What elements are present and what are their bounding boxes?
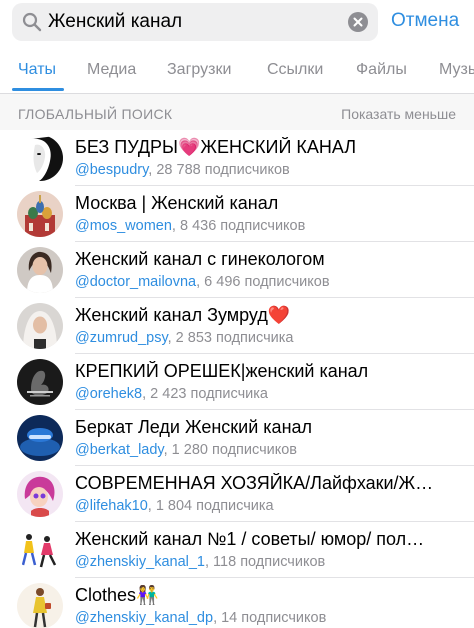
fashion-woman-icon	[17, 583, 63, 628]
dark-logo-icon	[17, 359, 63, 405]
channel-meta: @zhenskiy_kanal_dp, 14 подписчиков	[75, 610, 467, 626]
subscriber-count: , 14 подписчиков	[213, 610, 327, 626]
tab-media[interactable]: Медиа	[87, 61, 136, 79]
search-icon	[22, 12, 42, 32]
subscriber-count: , 28 788 подписчиков	[148, 162, 290, 178]
list-item[interactable]: Москва | Женский канал @mos_women, 8 436…	[0, 186, 474, 242]
section-title: ГЛОБАЛЬНЫЙ ПОИСК	[18, 106, 173, 122]
hijab-portrait-icon	[17, 303, 63, 349]
channel-handle[interactable]: @mos_women	[75, 218, 172, 234]
subscriber-count: , 2 423 подписчика	[142, 386, 268, 402]
channel-meta: @zhenskiy_kanal_1, 118 подписчиков	[75, 554, 467, 570]
subscriber-count: , 1 280 подписчиков	[163, 442, 298, 458]
channel-handle[interactable]: @zhenskiy_kanal_dp	[75, 610, 213, 626]
subscriber-count: , 8 436 подписчиков	[171, 218, 306, 234]
cancel-button[interactable]: Отмена	[391, 10, 459, 32]
channel-name: КРЕПКИЙ ОРЕШЕК|женский канал	[75, 361, 369, 381]
channel-handle[interactable]: @lifehak10	[75, 498, 148, 514]
subscriber-count: , 1 804 подписчика	[147, 498, 274, 514]
channel-name: СОВРЕМЕННАЯ ХОЗЯЙКА/Лайфхаки/Ж…	[75, 473, 434, 493]
channel-meta: @bespudry, 28 788 подписчиков	[75, 162, 467, 178]
results-list: БЕЗ ПУДРЫ💗ЖЕНСКИЙ КАНАЛ @bespudry, 28 78…	[0, 130, 474, 628]
channel-name: БЕЗ ПУДРЫ💗ЖЕНСКИЙ КАНАЛ	[75, 137, 357, 157]
channel-handle[interactable]: @zhenskiy_kanal_1	[75, 554, 205, 570]
channel-name: Москва | Женский канал	[75, 193, 279, 213]
subscriber-count: , 118 подписчиков	[205, 554, 326, 570]
list-item[interactable]: СОВРЕМЕННАЯ ХОЗЯЙКА/Лайфхаки/Ж… @lifehak…	[0, 466, 474, 522]
channel-handle[interactable]: @bespudry	[75, 162, 148, 178]
channel-meta: @zumrud_psy, 2 853 подписчика	[75, 330, 467, 346]
channel-handle[interactable]: @berkat_lady	[75, 442, 164, 458]
tab-files[interactable]: Файлы	[356, 61, 407, 79]
list-item[interactable]: Беркат Леди Женский канал @berkat_lady, …	[0, 410, 474, 466]
list-item[interactable]: БЕЗ ПУДРЫ💗ЖЕНСКИЙ КАНАЛ @bespudry, 28 78…	[0, 130, 474, 186]
show-less-button[interactable]: Показать меньше	[341, 106, 456, 122]
global-search-header: ГЛОБАЛЬНЫЙ ПОИСК Показать меньше	[0, 94, 474, 130]
channel-meta: @doctor_mailovna, 6 496 подписчиков	[75, 274, 467, 290]
list-item[interactable]: Женский канал №1 / советы/ юмор/ пол… @z…	[0, 522, 474, 578]
tab-chats[interactable]: Чаты	[18, 61, 56, 79]
channel-name: Женский канал Зумруд❤️	[75, 305, 291, 325]
search-input[interactable]: Женский канал	[48, 11, 182, 33]
search-tabs: Чаты Медиа Загрузки Ссылки Файлы Музы	[0, 52, 474, 92]
channel-handle[interactable]: @orehek8	[75, 386, 142, 402]
dancing-figures-icon	[17, 527, 63, 573]
list-item[interactable]: Clothes👫 @zhenskiy_kanal_dp, 14 подписчи…	[0, 578, 474, 628]
subscriber-count: , 6 496 подписчиков	[196, 274, 330, 290]
channel-meta: @orehek8, 2 423 подписчика	[75, 386, 467, 402]
face-bw-icon	[17, 135, 63, 181]
list-item[interactable]: КРЕПКИЙ ОРЕШЕК|женский канал @orehek8, 2…	[0, 354, 474, 410]
channel-meta: @lifehak10, 1 804 подписчика	[75, 498, 467, 514]
clear-search-icon[interactable]	[348, 12, 368, 32]
channel-meta: @berkat_lady, 1 280 подписчиков	[75, 442, 467, 458]
channel-meta: @mos_women, 8 436 подписчиков	[75, 218, 467, 234]
active-tab-indicator	[12, 88, 64, 91]
channel-name: Женский канал №1 / советы/ юмор/ пол…	[75, 529, 425, 549]
channel-name: Женский канал с гинекологом	[75, 249, 325, 269]
channel-name: Clothes👫	[75, 585, 159, 605]
search-field[interactable]: Женский канал	[12, 3, 378, 41]
tab-links[interactable]: Ссылки	[267, 61, 323, 79]
list-item[interactable]: Женский канал Зумруд❤️ @zumrud_psy, 2 85…	[0, 298, 474, 354]
search-bar-row: Женский канал Отмена	[0, 0, 474, 48]
doctor-portrait-icon	[17, 247, 63, 293]
subscriber-count: , 2 853 подписчика	[167, 330, 294, 346]
list-item[interactable]: Женский канал с гинекологом @doctor_mail…	[0, 242, 474, 298]
tab-downloads[interactable]: Загрузки	[167, 61, 231, 79]
channel-handle[interactable]: @doctor_mailovna	[75, 274, 196, 290]
blue-logo-icon	[17, 415, 63, 461]
channel-handle[interactable]: @zumrud_psy	[75, 330, 168, 346]
illustrated-woman-icon	[17, 471, 63, 517]
tab-music[interactable]: Музы	[439, 61, 474, 79]
channel-name: Беркат Леди Женский канал	[75, 417, 313, 437]
kremlin-icon	[17, 191, 63, 237]
